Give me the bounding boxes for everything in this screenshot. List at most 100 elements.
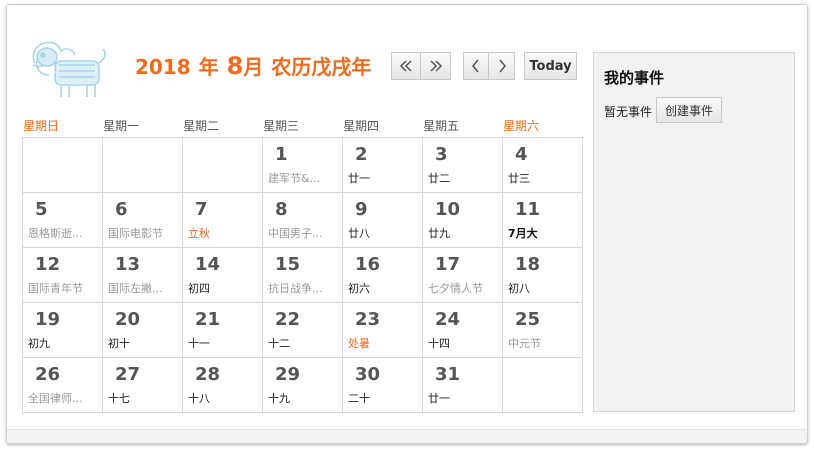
day-cell[interactable]: 7 立秋 [183,193,263,248]
day-number: 5 [35,199,48,220]
chevron-left-icon [472,59,479,73]
lunar-date: 十一 [188,337,210,350]
day-cell[interactable]: 4 廿三 [503,138,583,193]
day-cell[interactable]: 29 十九 [263,358,343,413]
day-number: 14 [195,254,221,275]
calendar-widget: 2018 年 8 月 农历戊戌年 Today 星期日 星期一 星期二 星期三 星… [6,4,808,444]
month-nav-group [463,52,515,80]
events-panel: 我的事件 暂无事件 创建事件 [593,52,795,412]
weekday-header: 星期日 星期一 星期二 星期三 星期四 星期五 星期六 [22,117,582,133]
day-cell[interactable]: 20 初十 [103,303,183,358]
holiday-label: 七夕情人节 [428,282,483,295]
day-cell[interactable]: 17 七夕情人节 [423,248,503,303]
day-number: 4 [515,144,528,165]
create-event-button[interactable]: 创建事件 [656,97,722,123]
day-number: 31 [435,364,461,385]
day-number: 29 [275,364,301,385]
weekday-label: 星期六 [503,119,540,133]
day-number: 30 [355,364,381,385]
month-title: 2018 年 8 月 农历戊戌年 [135,51,371,81]
day-number: 15 [275,254,301,275]
day-cell[interactable]: 11 7月大 [503,193,583,248]
holiday-label: 全国律师... [28,392,83,405]
prev-year-button[interactable] [391,52,421,80]
day-cell[interactable]: 12 国际青年节 [23,248,103,303]
holiday-label: 国际青年节 [28,282,83,295]
events-panel-title: 我的事件 [604,69,665,87]
day-number: 18 [515,254,541,275]
solar-term: 立秋 [188,227,210,240]
weekday-label: 星期五 [423,119,460,133]
solar-term: 处暑 [348,337,370,350]
day-number: 8 [275,199,288,220]
day-cell[interactable]: 27 十七 [103,358,183,413]
lunar-date: 初八 [508,282,530,295]
day-cell[interactable]: 24 十四 [423,303,503,358]
holiday-label: 抗日战争... [268,282,323,295]
day-cell[interactable]: 26 全国律师... [23,358,103,413]
title-year: 2018 [135,55,191,79]
day-cell[interactable]: 16 初六 [343,248,423,303]
day-number: 24 [435,309,461,330]
day-cell[interactable]: 22 十二 [263,303,343,358]
lunar-date: 十二 [268,337,290,350]
day-number: 19 [35,309,61,330]
lunar-date: 廿一 [348,172,370,185]
day-number: 6 [115,199,128,220]
holiday-label: 建军节&... [268,172,321,185]
day-cell[interactable]: 5 恩格斯逝... [23,193,103,248]
day-cell[interactable]: 1 建军节&... [263,138,343,193]
day-cell[interactable]: 23 处暑 [343,303,423,358]
day-number: 25 [515,309,541,330]
day-cell[interactable]: 31 廿一 [423,358,503,413]
today-button[interactable]: Today [524,52,577,80]
day-cell[interactable]: 28 十八 [183,358,263,413]
lunar-date: 十七 [108,392,130,405]
day-cell[interactable]: 3 廿二 [423,138,503,193]
lunar-date: 廿八 [348,227,370,240]
day-cell[interactable]: 18 初八 [503,248,583,303]
weekday-label: 星期日 [23,119,60,133]
day-cell[interactable]: 2 廿一 [343,138,423,193]
events-empty-text: 暂无事件 [604,105,653,119]
day-cell[interactable]: 14 初四 [183,248,263,303]
day-number: 21 [195,309,221,330]
holiday-label: 国际左撇... [108,282,163,295]
day-cell[interactable]: 9 廿八 [343,193,423,248]
holiday-label: 恩格斯逝... [28,227,83,240]
holiday-label: 国际电影节 [108,227,163,240]
day-number: 7 [195,199,208,220]
day-number: 10 [435,199,461,220]
lunar-date: 廿九 [428,227,450,240]
day-cell[interactable]: 13 国际左撇... [103,248,183,303]
lunar-date: 初九 [28,337,50,350]
day-cell[interactable]: 30 二十 [343,358,423,413]
lunar-date: 十九 [268,392,290,405]
day-number: 22 [275,309,301,330]
next-month-button[interactable] [489,52,515,80]
empty-day-cell [183,138,263,193]
day-cell[interactable]: 25 中元节 [503,303,583,358]
day-cell[interactable]: 19 初九 [23,303,103,358]
lunar-month: 7月大 [508,227,538,240]
title-lunar-year: 农历戊戌年 [271,55,372,79]
weekday-label: 星期四 [343,119,380,133]
title-year-suffix: 年 [198,55,219,79]
double-chevron-right-icon [429,60,442,72]
title-month-suffix: 月 [243,55,264,79]
lunar-date: 廿一 [428,392,450,405]
day-cell[interactable]: 10 廿九 [423,193,503,248]
lunar-date: 初六 [348,282,370,295]
day-cell[interactable]: 15 抗日战争... [263,248,343,303]
lunar-date: 十八 [188,392,210,405]
empty-day-cell [103,138,183,193]
day-number: 23 [355,309,381,330]
year-nav-group [391,52,451,80]
next-year-button[interactable] [421,52,451,80]
day-number: 11 [515,199,541,220]
day-cell[interactable]: 8 中国男子... [263,193,343,248]
day-cell[interactable]: 21 十一 [183,303,263,358]
day-cell[interactable]: 6 国际电影节 [103,193,183,248]
prev-month-button[interactable] [463,52,489,80]
day-number: 3 [435,144,448,165]
